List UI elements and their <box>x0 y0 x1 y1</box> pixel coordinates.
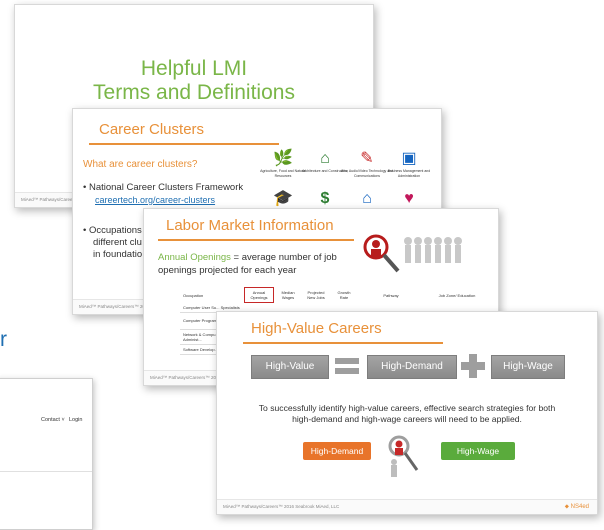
slide4-title: High-Value Careers <box>251 320 382 337</box>
website-nav: Contact ˅ Login <box>0 417 92 431</box>
slide-high-value-careers: High-Value Careers High-Value High-Deman… <box>216 311 598 515</box>
high-demand-button[interactable]: High-Demand <box>303 442 371 460</box>
slide4-title-underline <box>243 342 443 344</box>
high-wage-button[interactable]: High-Wage <box>441 442 515 460</box>
presentation-icon: ▣ <box>401 150 417 167</box>
slide2-question: What are career clusters? <box>83 159 198 170</box>
slide2-bullet1: • National Career Clusters Framework <box>83 182 244 193</box>
slide4-footer: MiAed™ Pathways/Careers™ 2016 Seabrook M… <box>217 499 597 514</box>
high-wage-box: High-Wage <box>491 355 565 379</box>
equals-sign <box>335 358 359 374</box>
magnifier-person-icon <box>388 435 419 477</box>
annual-openings-header: Annual Openings <box>244 287 274 303</box>
cluster-link[interactable]: careertech.org/career-clusters <box>95 195 215 205</box>
search-people-illustration <box>363 234 462 273</box>
high-demand-box: High-Demand <box>367 355 457 379</box>
heart-icon: ♥ <box>404 190 414 207</box>
slide3-title: Labor Market Information <box>166 217 334 234</box>
website-window: Contact ˅ Login <box>0 378 93 530</box>
ns4ed-logo: ⬥ NS4ed <box>564 504 589 510</box>
slide2-bullet2: • Occupations different clu in foundatio <box>83 225 143 260</box>
nav-login-link[interactable]: Login <box>69 417 82 423</box>
table-header-row: Occupation Annual Openings Median Wages … <box>180 287 490 303</box>
plus-sign <box>461 354 485 378</box>
high-value-box: High-Value <box>251 355 329 379</box>
slide4-body: To successfully identify high-value care… <box>258 403 556 424</box>
slide2-title-underline <box>89 143 279 145</box>
cluster-business: ▣ Business Management and Administration <box>379 149 439 178</box>
cluster-health: ♥ <box>379 189 439 209</box>
slide1-title: Helpful LMI Terms and Definitions <box>93 57 295 104</box>
nav-contact-link[interactable]: Contact ˅ <box>41 417 65 423</box>
slide3-title-underline <box>158 239 354 241</box>
partial-letter: r <box>0 328 7 351</box>
website-divider <box>0 471 92 472</box>
slide3-definition: Annual Openings = average number of job … <box>158 252 337 276</box>
slide2-title: Career Clusters <box>99 121 205 138</box>
